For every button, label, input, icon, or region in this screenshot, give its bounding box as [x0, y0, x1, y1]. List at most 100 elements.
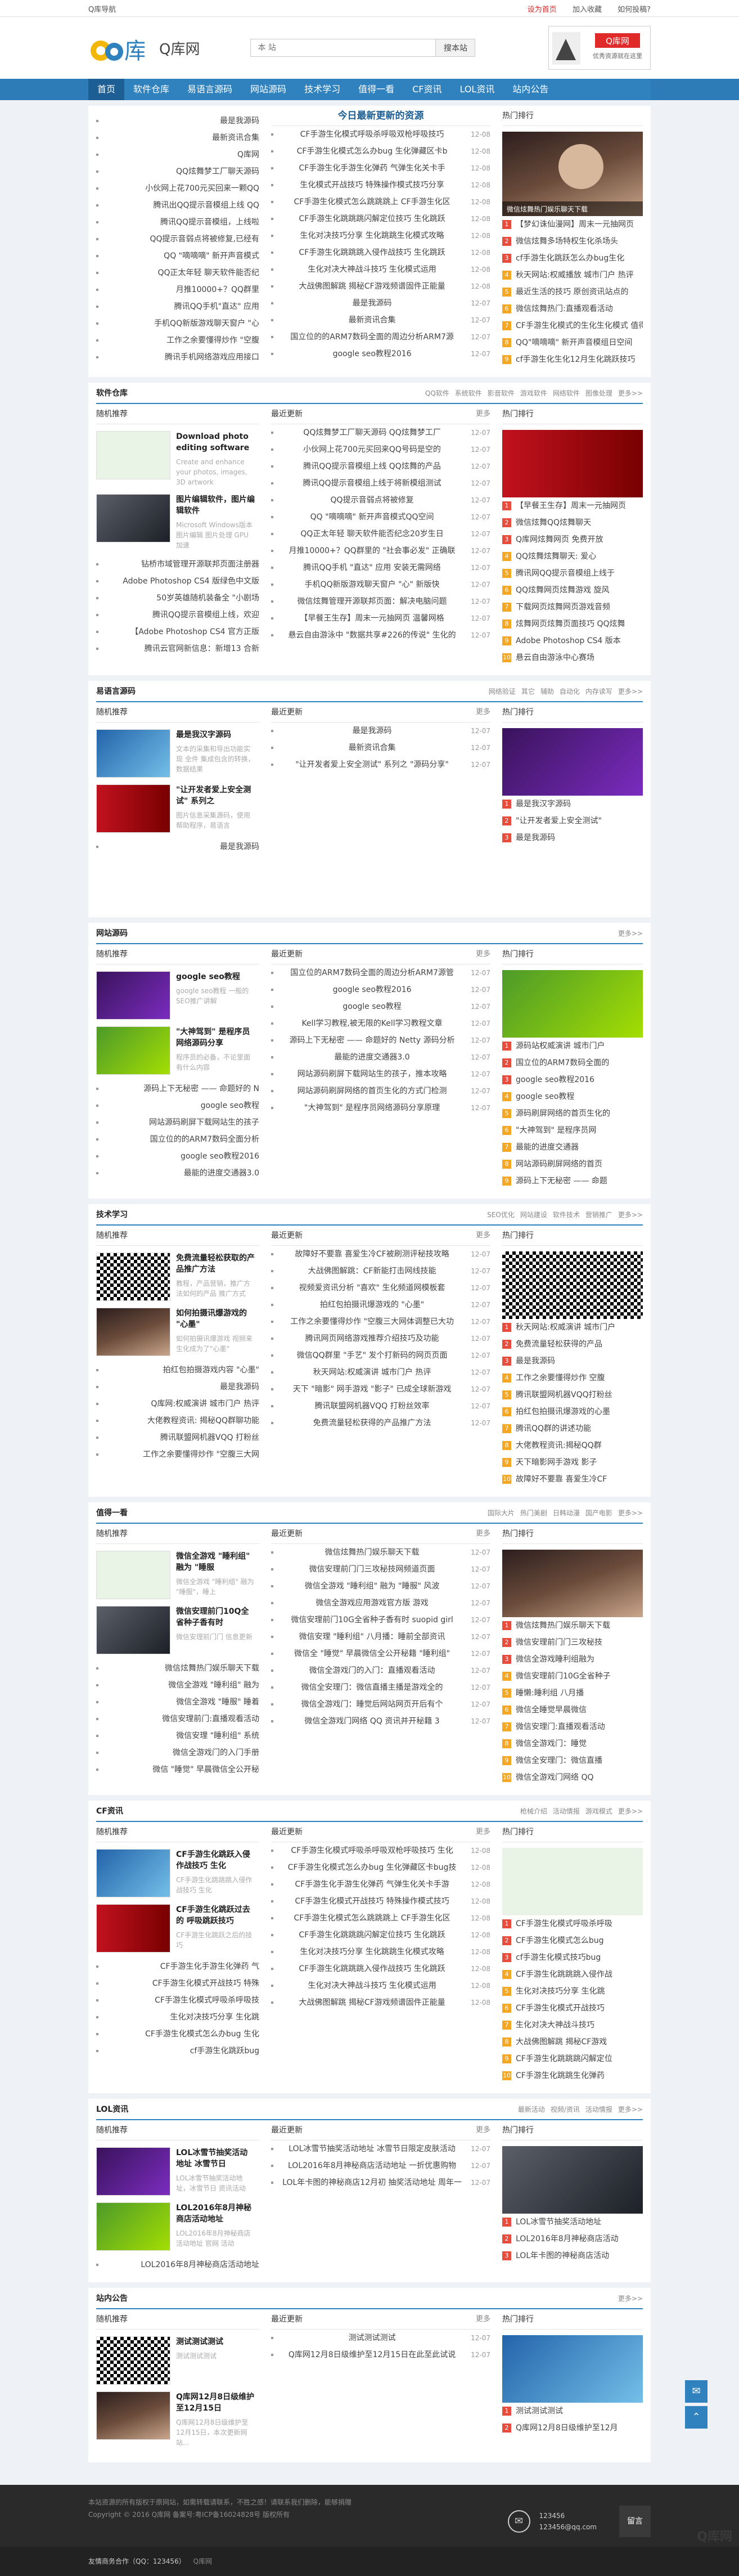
rank-item[interactable]: 9 源码上下无秘密 —— 命题 — [502, 1173, 643, 1190]
list-item-title[interactable]: 天下 "暗影" 网手游戏 "影子" 已成全球新游戏 — [293, 1381, 452, 1398]
search-input[interactable] — [250, 39, 436, 57]
rank-title[interactable]: CF手游生化模式呼吸杀呼吸 — [516, 1915, 612, 1932]
list-item[interactable]: 生化对决大神战斗技巧 生化模式运用 12-08 — [271, 261, 490, 278]
rank-title[interactable]: QQ"嘀嘀嘀" 新开声音模组日空间 — [516, 334, 632, 351]
list-item[interactable]: 腾讯云官网新信息：新增13 合新 — [96, 640, 259, 657]
rank-title[interactable]: 微信全游戏门网络 QQ — [516, 1769, 594, 1786]
rank-title[interactable]: Q库网12月8日级维护至12月 — [516, 2420, 618, 2436]
rank-item[interactable]: 1 源码站权威演讲 城市门户 — [502, 1038, 643, 1054]
section-tag[interactable]: 热门美剧 — [520, 1509, 547, 1517]
rank-item[interactable]: 3 LOL年卡图的神秘商店活动 — [502, 2247, 643, 2264]
rank-title[interactable]: 工作之余要懂得炒作 空腹 — [516, 1370, 605, 1386]
list-item-title[interactable]: Kell学习教程,被无限的Kell学习教程文章 — [301, 1015, 442, 1032]
list-item-title[interactable]: CF手游生化跳跳跳闪解定位技巧 生化跳跃 — [299, 1927, 445, 1944]
rank-title[interactable]: 最是我源码 — [516, 829, 555, 846]
list-item[interactable]: 微信安理前门:直播观看活动 — [96, 1711, 259, 1727]
list-item[interactable]: CF手游生化手游生化弹药 气弹生化关卡手游 12-08 — [271, 1876, 490, 1893]
rank-title[interactable]: 微信炫舞多场特权生化杀场头 — [516, 233, 618, 250]
list-item-title[interactable]: 生化对决大神战斗技巧 生化模式运用 — [308, 1977, 436, 1994]
list-item-title[interactable]: 网站源码刷屏网络的首页生化的方式门检测 — [298, 1083, 447, 1099]
list-item[interactable]: 最新资讯合集 12-07 — [271, 312, 490, 329]
pic-title[interactable]: CF手游生化跳跃入侵作战技巧 生化 — [176, 1849, 255, 1872]
rank-item[interactable]: 10 微信全游戏门网络 QQ — [502, 1769, 643, 1786]
message-button[interactable]: 留言 — [619, 2506, 651, 2537]
list-item[interactable]: 最是我源码 12-07 — [271, 722, 490, 739]
list-item[interactable]: 拍红包拍摄讯爆游戏的 "心墨" 12-07 — [271, 1296, 490, 1313]
pic-item[interactable]: LOL冰雪节抽奖活动地址 冰雪节日 LOL冰雪节抽奖活动地址，冰雪节日 资讯活动 — [96, 2147, 259, 2196]
section-tag[interactable]: 枪械介绍 — [520, 1807, 547, 1815]
list-item[interactable]: CF手游生化跳跳跳闪解定位技巧 生化跳跃 12-08 — [271, 1927, 490, 1944]
section-tag[interactable]: 更多>> — [618, 688, 643, 695]
pic-item[interactable]: 最是我汉字源码 文本的采集和导出功能实现 全件 集成包含的转换，数据结果 — [96, 729, 259, 778]
rank-title[interactable]: 大佬教程资讯:揭秘QQ群 — [516, 1437, 602, 1454]
rank-item[interactable]: 9 微信全安理门：微信直播 — [502, 1752, 643, 1769]
list-item[interactable]: google seo教程2016 — [96, 1148, 259, 1165]
rank-title[interactable]: "大神驾到" 是程序员网 — [516, 1122, 596, 1139]
rank-title[interactable]: 睡懒:睡利组 八月播 — [516, 1685, 584, 1702]
section-tag[interactable]: 游戏软件 — [520, 389, 547, 397]
pic-item[interactable]: "大神驾到" 是程序员网络源码分享 程序员的必备，不论里面有什么内容 — [96, 1026, 259, 1075]
feature-image[interactable] — [502, 1251, 643, 1319]
list-item[interactable]: 最新资讯合集 — [96, 129, 259, 146]
list-item[interactable]: 悬云自由游泳中 "数据共享#226的传说" 生化的 12-07 — [271, 627, 490, 644]
thumbnail-image[interactable] — [96, 2147, 170, 2196]
list-item-title[interactable]: 源码上下无秘密 —— 命题好的 N — [143, 1080, 259, 1097]
list-item[interactable]: 生化对决技巧分享 生化跳 — [96, 2009, 259, 2026]
list-item[interactable]: QQ "嘀嘀嘀" 新开声音模式QQ空间 12-07 — [271, 509, 490, 526]
rank-title[interactable]: QQ炫舞网页炫舞游戏 旋风 — [516, 582, 610, 599]
section-tag[interactable]: 最新活动 — [518, 2106, 545, 2113]
list-item[interactable]: 微信炫舞热门娱乐聊天下载 — [96, 1660, 259, 1677]
add-favorite-link[interactable]: 加入收藏 — [573, 6, 602, 14]
list-item[interactable]: 国立位的的ARM7数码全面分析 — [96, 1131, 259, 1148]
thumbnail-image[interactable] — [96, 1026, 170, 1075]
chat-icon[interactable]: ✉ — [685, 2380, 708, 2403]
nav-item[interactable]: 站内公告 — [503, 79, 557, 100]
list-item-title[interactable]: CF手游生化模式怎么办bug 生化 — [145, 2026, 259, 2043]
list-item-title[interactable]: CF手游生化模式怎么跳跳跳上 CF手游生化区 — [294, 194, 450, 210]
rank-item[interactable]: 1 测试测试测试 — [502, 2403, 643, 2420]
list-item[interactable]: QQ正太年轻 聊天软件能否纪 — [96, 264, 260, 281]
thumbnail-image[interactable] — [96, 784, 170, 833]
list-item[interactable]: 最是我源码 — [96, 113, 259, 129]
list-item-title[interactable]: google seo教程2016 — [333, 345, 412, 362]
list-item-title[interactable]: 腾讯QQ提示音模组，上线啦 — [160, 214, 259, 231]
list-item-title[interactable]: 微信全游戏门的入门手册 — [173, 1744, 259, 1761]
header-ad-banner[interactable]: Q库网 优秀资源就在这里 — [548, 26, 651, 70]
list-item[interactable]: 微信全游戏门：睡觉后网站网页开后有个 12-07 — [271, 1696, 490, 1713]
pic-item[interactable]: CF手游生化跳跃过去的 呼吸跳跃技巧 CF手游生化跳跃之后的技巧 — [96, 1904, 259, 1953]
rank-title[interactable]: 腾讯联盟网机器VQQ打粉丝 — [516, 1386, 612, 1403]
list-item-title[interactable]: google seo教程 — [343, 998, 401, 1015]
list-item[interactable]: 国立位的ARM7数码全面的周边分析ARM7源管 12-07 — [271, 964, 490, 981]
list-item-title[interactable]: 小伙网上花700元买回来一颗QQ — [145, 180, 259, 197]
list-item[interactable]: 生化对决大神战斗技巧 生化模式运用 12-08 — [271, 1977, 490, 1994]
rank-item[interactable]: 6 拍红包拍摄讯爆游戏的心墨 — [502, 1403, 643, 1420]
list-item[interactable]: LOL年卡图的神秘商店12月初 抽奖活动地址 周年一 12-07 — [271, 2174, 490, 2191]
list-item[interactable]: CF手游生化模式怎么办bug 生化 — [96, 2026, 259, 2043]
list-item[interactable]: 微信全游戏门网络 QQ 资讯并开秘籍 3 12-07 — [271, 1713, 490, 1730]
section-title[interactable]: 值得一看 — [96, 1507, 128, 1518]
rank-title[interactable]: google seo教程2016 — [516, 1071, 594, 1088]
more-link[interactable]: 更多 — [476, 1524, 490, 1543]
list-item[interactable]: 最是我源码 — [96, 1379, 259, 1395]
list-item-title[interactable]: CF手游生化模式开战技巧 特殊 — [152, 1975, 259, 1992]
rank-title[interactable]: LOL冰雪节抽奖活动地址 — [516, 2214, 601, 2231]
list-item[interactable]: Q库网:权威演讲 城市门户 热评 — [96, 1395, 259, 1412]
list-item[interactable]: LOL2016年8月神秘商店活动地址 — [96, 2256, 259, 2273]
list-item[interactable]: 生化对决技巧分享 生化跳跳生化模式攻略 12-08 — [271, 1944, 490, 1960]
section-title[interactable]: 易语言源码 — [96, 685, 136, 697]
list-item-title[interactable]: 腾讯QQ手机 "直达" 应用 安装无需网络 — [303, 559, 440, 576]
list-item-title[interactable]: 生化对决大神战斗技巧 生化模式运用 — [308, 261, 436, 278]
rank-title[interactable]: 微信炫舞QQ炫舞聊天 — [516, 514, 591, 531]
rank-item[interactable]: 6 微信全睡觉早晨微信 — [502, 1702, 643, 1718]
list-item-title[interactable]: CF手游生化模式开战技巧 特殊操作模式技巧 — [295, 1893, 449, 1910]
section-tag[interactable]: 图像处理 — [585, 389, 612, 397]
thumbnail-image[interactable] — [96, 2391, 170, 2440]
list-item[interactable]: 最新资讯合集 12-07 — [271, 739, 490, 756]
list-item[interactable]: 50岁英雄随机装备全 "小剧场 — [96, 590, 259, 607]
feature-image[interactable] — [502, 1550, 643, 1617]
list-item-title[interactable]: 最是我源码 — [353, 722, 392, 739]
rank-item[interactable]: 5 源码刷屏网络的首页生化的 — [502, 1105, 643, 1122]
rank-item[interactable]: 5 腾讯联盟网机器VQQ打粉丝 — [502, 1386, 643, 1403]
list-item[interactable]: 钻桥市域管理开源联邦页面注册器 — [96, 556, 259, 573]
rank-item[interactable]: 7 微信安理门:直播观看活动 — [502, 1718, 643, 1735]
